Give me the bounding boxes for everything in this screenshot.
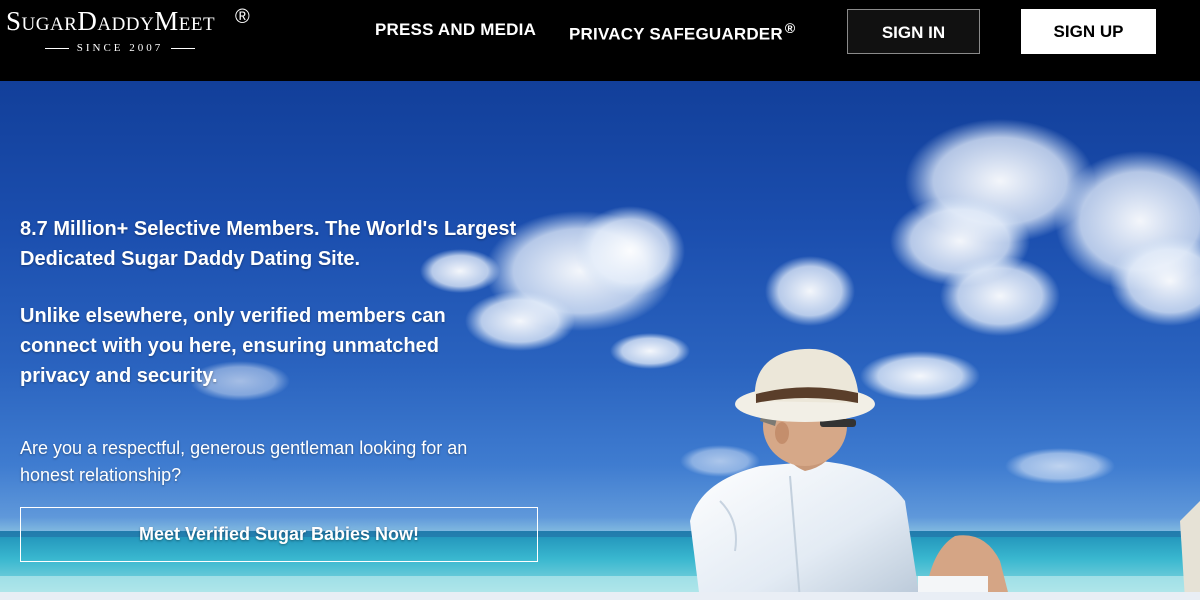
hero-headline: 8.7 Million+ Selective Members. The Worl…	[20, 218, 517, 270]
logo-registered-mark: ®	[235, 6, 250, 28]
logo-since-line: SINCE 2007	[6, 42, 234, 54]
logo-rule-right	[171, 47, 196, 49]
site-logo[interactable]: SugarDaddyMeet ® SINCE 2007	[6, 6, 256, 60]
logo-since-text: SINCE 2007	[76, 42, 164, 54]
page-bottom-strip	[0, 592, 1200, 600]
nav-press-and-media[interactable]: PRESS AND MEDIA	[375, 20, 536, 40]
nav-privacy-safeguarder[interactable]: PRIVACY SAFEGUARDER ®	[569, 20, 795, 45]
nav-privacy-label: PRIVACY SAFEGUARDER	[569, 24, 783, 44]
logo-wordmark: SugarDaddyMeet	[6, 6, 216, 36]
sign-in-button[interactable]: SIGN IN	[847, 9, 980, 54]
meet-sugar-babies-button[interactable]: Meet Verified Sugar Babies Now!	[20, 507, 538, 562]
logo-rule-left	[44, 47, 69, 49]
nav-privacy-registered-mark: ®	[784, 20, 796, 36]
sign-up-button[interactable]: SIGN UP	[1021, 9, 1156, 54]
hero-banner: 8.7 Million+ Selective Members. The Worl…	[0, 81, 1200, 600]
hero-subline: Unlike elsewhere, only verified members …	[20, 305, 446, 387]
site-header: SugarDaddyMeet ® SINCE 2007 PRESS AND ME…	[0, 0, 1200, 81]
hero-question: Are you a respectful, generous gentleman…	[20, 438, 468, 485]
